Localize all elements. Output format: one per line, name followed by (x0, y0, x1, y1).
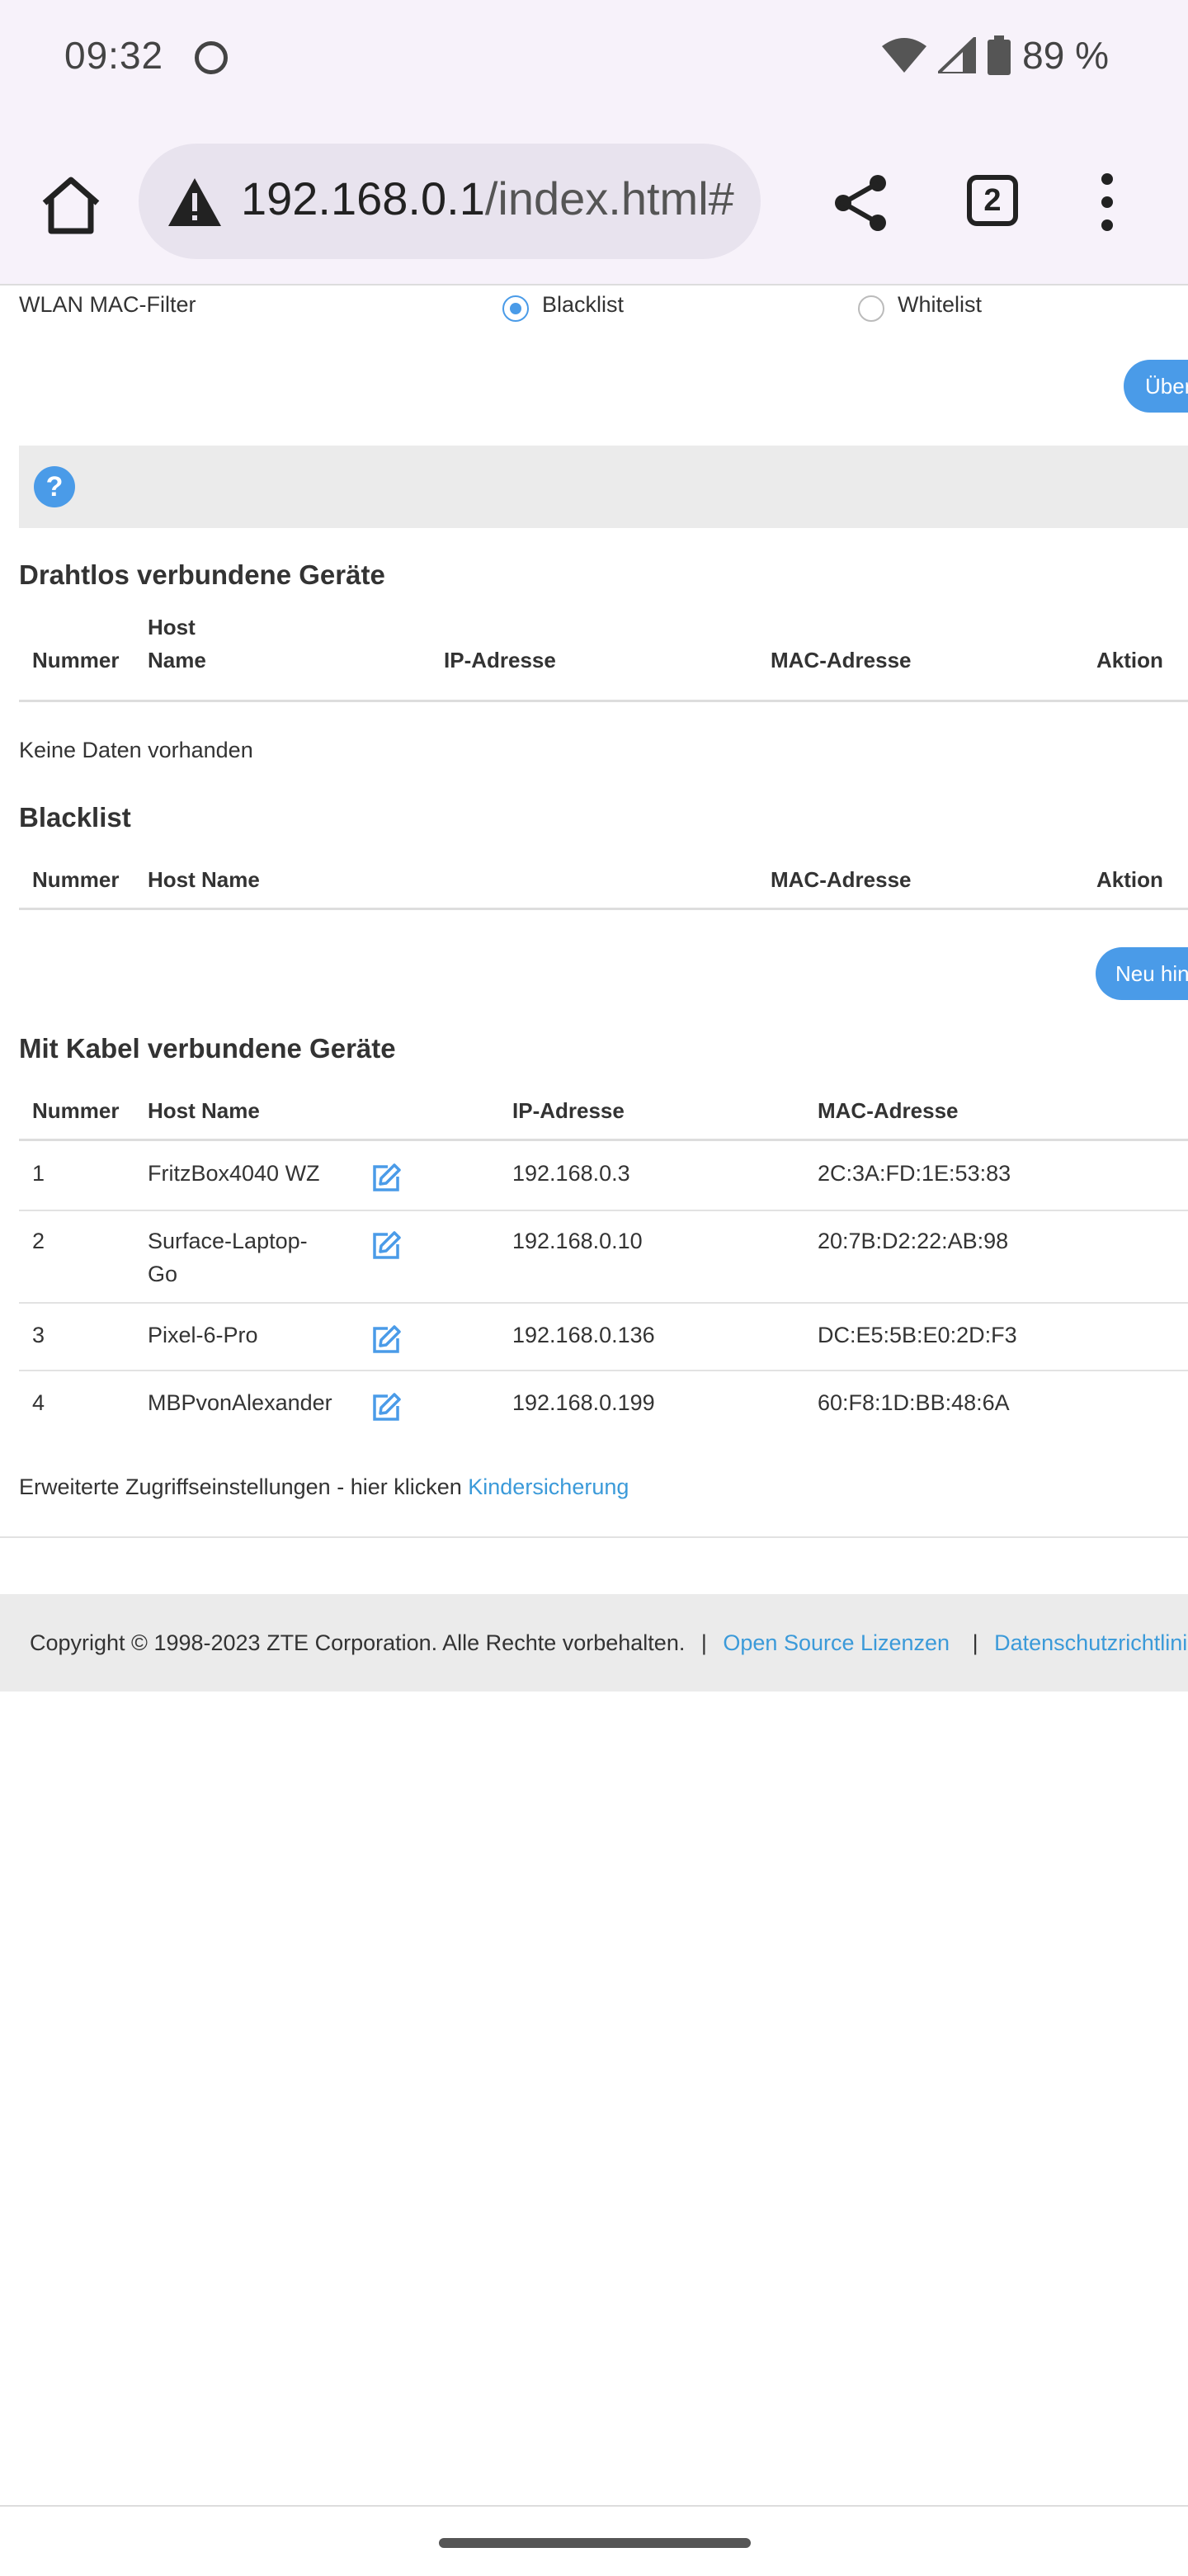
th-host-line1: Host (148, 615, 196, 639)
cell-mac: 20:7B:D2:22:AB:98 (818, 1229, 1009, 1253)
more-icon[interactable] (1097, 173, 1117, 236)
cell-mac: 60:F8:1D:BB:48:6A (818, 1390, 1010, 1415)
wlan-mac-filter-label: WLAN MAC-Filter (19, 292, 196, 317)
open-source-link[interactable]: Open Source Lizenzen (723, 1630, 950, 1655)
battery-percent: 89 % (1022, 34, 1109, 77)
radio-blacklist[interactable] (502, 295, 529, 322)
apply-button[interactable]: Über (1124, 360, 1188, 413)
url-host: 192.168.0.1 (241, 172, 485, 224)
cell-ip: 192.168.0.10 (512, 1229, 643, 1253)
radio-whitelist-label[interactable]: Whitelist (898, 292, 982, 318)
th-mac: MAC-Adresse (771, 867, 912, 892)
th-host-name: Host Name (148, 867, 260, 892)
th-host-name: Host Name (148, 1098, 260, 1123)
tabs-button[interactable]: 2 (967, 175, 1018, 226)
radio-whitelist[interactable] (858, 295, 884, 322)
url-path: /index.html# (484, 172, 734, 224)
warning-icon[interactable] (168, 178, 221, 226)
cell-mac: DC:E5:5B:E0:2D:F3 (818, 1323, 1017, 1347)
add-new-button[interactable]: Neu hin (1096, 947, 1188, 1000)
advanced-access-row: Erweiterte Zugriffseinstellungen - hier … (19, 1470, 629, 1503)
advanced-access-text: Erweiterte Zugriffseinstellungen - hier … (19, 1474, 462, 1499)
edit-icon[interactable] (370, 1229, 403, 1262)
edit-icon[interactable] (370, 1162, 403, 1195)
status-icons: 89 % (882, 33, 1109, 78)
edit-icon[interactable] (370, 1323, 403, 1356)
cell-number: 1 (32, 1161, 45, 1186)
th-number: Nummer (32, 867, 120, 892)
status-bar: 09:32 89 % (0, 0, 1188, 124)
wireless-devices-title: Drahtlos verbundene Geräte (19, 559, 385, 590)
footer-separator: | (700, 1630, 707, 1655)
th-mac: MAC-Adresse (818, 1098, 959, 1123)
cell-number: 3 (32, 1323, 45, 1347)
signal-icon (938, 37, 977, 73)
cell-host-name: Surface-Laptop- (148, 1229, 308, 1253)
help-icon[interactable]: ? (34, 466, 75, 507)
cell-host-name-line2: Go (148, 1262, 178, 1286)
wifi-icon (882, 38, 927, 73)
blacklist-title: Blacklist (19, 802, 131, 833)
table-divider (19, 1139, 1188, 1141)
th-action: Aktion (1096, 867, 1163, 892)
th-mac: MAC-Adresse (771, 648, 912, 672)
battery-icon (988, 35, 1011, 75)
footer: Copyright © 1998-2023 ZTE Corporation. A… (0, 1594, 1188, 1691)
radio-blacklist-label[interactable]: Blacklist (542, 292, 624, 318)
cell-number: 4 (32, 1390, 45, 1415)
edit-icon[interactable] (370, 1391, 403, 1424)
cell-number: 2 (32, 1229, 45, 1253)
gesture-handle[interactable] (439, 2538, 751, 2548)
share-icon[interactable] (832, 173, 891, 233)
address-bar[interactable]: 192.168.0.1/index.html# (139, 144, 761, 259)
notification-circle-icon (195, 41, 228, 74)
cell-mac: 2C:3A:FD:1E:53:83 (818, 1161, 1011, 1186)
table-divider (19, 700, 1188, 702)
footer-separator: | (972, 1630, 978, 1655)
privacy-link[interactable]: Datenschutzrichtlinie (994, 1630, 1188, 1655)
divider (0, 1536, 1188, 1538)
parental-control-link[interactable]: Kindersicherung (468, 1474, 629, 1499)
cell-ip: 192.168.0.136 (512, 1323, 655, 1347)
th-ip: IP-Adresse (512, 1098, 625, 1123)
th-ip: IP-Adresse (444, 648, 556, 672)
navigation-gesture-area (0, 2505, 1188, 2576)
cell-ip: 192.168.0.199 (512, 1390, 655, 1415)
url-text[interactable]: 192.168.0.1/index.html# (241, 172, 734, 225)
row-divider (19, 1370, 1188, 1371)
th-number: Nummer (32, 648, 120, 672)
th-host-line2: Name (148, 648, 206, 672)
status-time: 09:32 (64, 34, 164, 77)
cell-ip: 192.168.0.3 (512, 1161, 630, 1186)
home-icon[interactable] (36, 170, 106, 239)
cell-host-name: Pixel-6-Pro (148, 1323, 258, 1347)
wired-devices-title: Mit Kabel verbundene Geräte (19, 1033, 396, 1064)
row-divider (19, 1210, 1188, 1211)
cell-host-name: MBPvonAlexander (148, 1390, 332, 1415)
help-box: ? (19, 446, 1188, 528)
wireless-empty-text: Keine Daten vorhanden (19, 738, 253, 762)
divider (0, 284, 1188, 285)
table-divider (19, 908, 1188, 910)
th-action: Aktion (1096, 648, 1163, 672)
copyright-text: Copyright © 1998-2023 ZTE Corporation. A… (30, 1630, 686, 1655)
th-number: Nummer (32, 1098, 120, 1123)
cell-host-name: FritzBox4040 WZ (148, 1161, 320, 1186)
browser-toolbar: 192.168.0.1/index.html# 2 (0, 124, 1188, 284)
wlan-mac-filter-row: WLAN MAC-Filter Blacklist Whitelist (19, 292, 1188, 325)
row-divider (19, 1302, 1188, 1304)
